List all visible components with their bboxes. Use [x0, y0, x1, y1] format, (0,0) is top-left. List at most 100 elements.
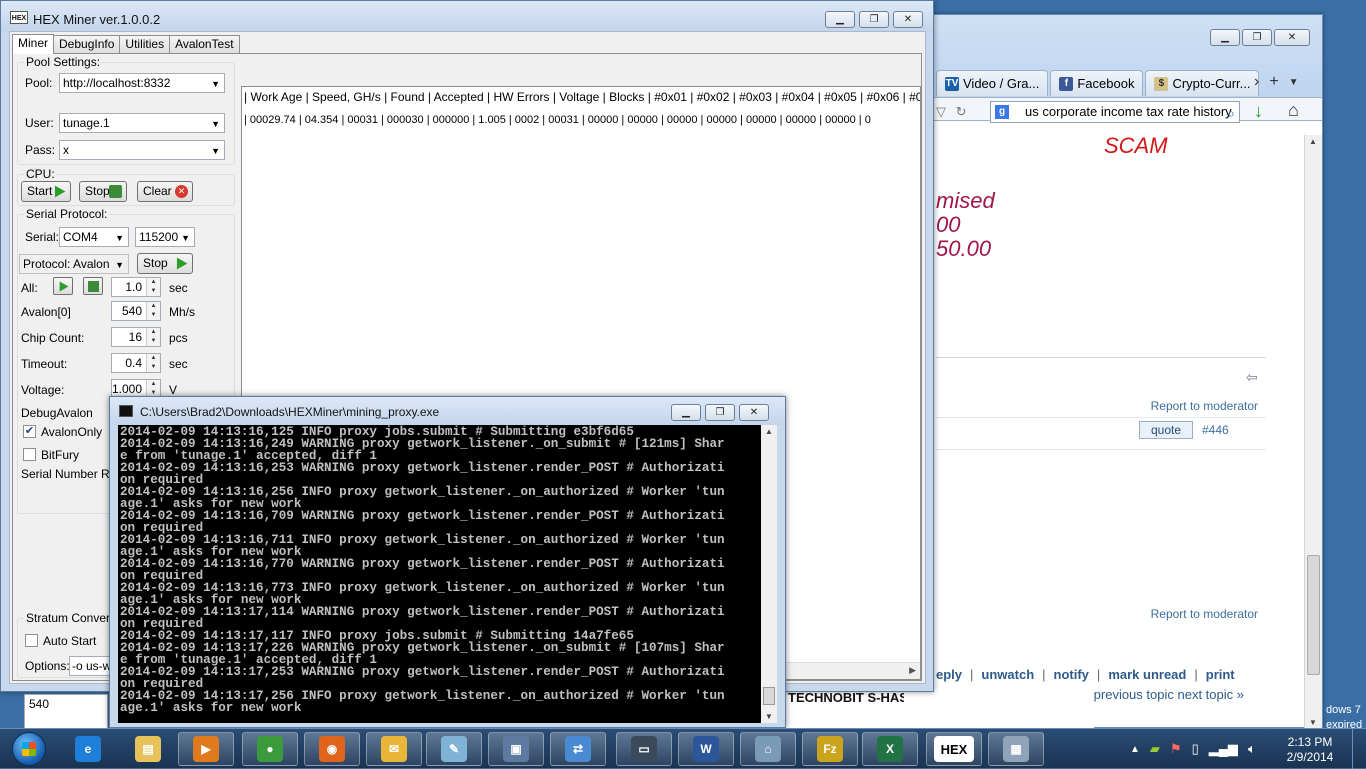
new-tab-icon[interactable]: + [1269, 73, 1278, 91]
home-icon[interactable]: ⌂ [1288, 100, 1299, 121]
tab-avalontest[interactable]: AvalonTest [169, 35, 240, 54]
console-maximize-button[interactable]: ❐ [705, 404, 735, 421]
scrollbar-thumb[interactable] [1307, 555, 1320, 675]
search-input[interactable]: g us corporate income tax rate history ⌕ [990, 101, 1240, 123]
report-to-moderator-link[interactable]: Report to moderator [1151, 607, 1258, 621]
next-topic-link[interactable]: next topic » [1178, 687, 1245, 702]
dropdown-icon[interactable]: ▽ [936, 104, 946, 119]
chevron-down-icon[interactable]: ▼ [211, 75, 220, 92]
avalon-speed-spinner[interactable]: 540 ▲ ▼ [111, 301, 161, 321]
scrollbar-thumb[interactable] [763, 687, 775, 705]
report-to-moderator-link[interactable]: Report to moderator [1151, 399, 1258, 413]
taskbar-button-excel[interactable]: X [862, 732, 918, 766]
spinner-arrows-icon[interactable]: ▲ ▼ [146, 302, 160, 320]
tray-flag-icon[interactable]: ⚑ [1170, 741, 1182, 757]
serial-stop-button[interactable]: Stop [137, 253, 193, 274]
scroll-up-icon[interactable]: ▲ [765, 427, 773, 436]
clock[interactable]: 2:13 PM 2/9/2014 [1280, 735, 1340, 765]
taskbar-button-window-app[interactable]: ▦ [988, 732, 1044, 766]
cpu-start-button[interactable]: Start [21, 181, 71, 202]
browser-maximize-button[interactable]: ❐ [1242, 29, 1272, 46]
taskbar-button-console-app[interactable]: ▭ [616, 732, 672, 766]
download-arrow-icon[interactable]: ↓ [1254, 101, 1263, 122]
console-titlebar[interactable]: C:\Users\Brad2\Downloads\HEXMiner\mining… [110, 397, 785, 425]
chip-count-spinner[interactable]: 16 ▲ ▼ [111, 327, 161, 347]
chevron-down-icon[interactable]: ▼ [115, 256, 124, 273]
tray-expand-icon[interactable]: ▲ [1130, 744, 1140, 755]
network-icon[interactable]: ▂▄▆ [1209, 741, 1238, 757]
serial-port-combobox[interactable]: COM4 ▼ [59, 227, 129, 247]
scroll-up-icon[interactable]: ▲ [1309, 137, 1317, 146]
chevron-down-icon[interactable]: ▼ [211, 142, 220, 159]
console-minimize-button[interactable]: ▁ [671, 404, 701, 421]
close-button[interactable]: ✕ [893, 11, 923, 28]
tray-device-icon[interactable]: ▯ [1192, 741, 1199, 757]
auto-start-checkbox[interactable] [25, 634, 38, 647]
reload-icon[interactable]: ↻ [956, 104, 967, 119]
minimize-button[interactable]: ▁ [825, 11, 855, 28]
tab-list-icon[interactable]: ▼ [1289, 77, 1299, 91]
scroll-right-icon[interactable]: ▶ [909, 665, 916, 676]
maximize-button[interactable]: ❐ [859, 11, 889, 28]
browser-scrollbar[interactable]: ▲ ▼ [1304, 135, 1322, 729]
taskbar-button-explorer[interactable]: ▤ [120, 732, 176, 766]
tab-miner[interactable]: Miner [12, 34, 55, 54]
search-icon[interactable]: ⌕ [1227, 103, 1235, 122]
quote-button[interactable]: quote [1139, 421, 1193, 439]
scroll-down-icon[interactable]: ▼ [765, 712, 773, 721]
protocol-combobox[interactable]: Protocol: Avalon ▼ [19, 254, 129, 274]
notify-link[interactable]: notify [1054, 667, 1089, 682]
taskbar-button-chrome[interactable]: ● [242, 732, 298, 766]
spinner-arrows-icon[interactable]: ▲ ▼ [146, 354, 160, 372]
console-scrollbar[interactable]: ▲ ▼ [761, 425, 777, 723]
spinner-arrows-icon[interactable]: ▲ ▼ [146, 328, 160, 346]
start-button[interactable] [2, 729, 56, 769]
timeout-spinner[interactable]: 0.4 ▲ ▼ [111, 353, 161, 373]
quote-arrow-icon[interactable]: ⇦ [1246, 369, 1258, 386]
reply-link[interactable]: eply [936, 667, 962, 682]
serial-number-field[interactable]: 540 [24, 694, 108, 730]
taskbar-button-hex-miner[interactable]: HEX [926, 732, 982, 766]
tab-scroll-right-icon[interactable]: › [1254, 73, 1259, 91]
taskbar-button-outlook[interactable]: ✉ [366, 732, 422, 766]
chevron-down-icon[interactable]: ▼ [115, 229, 124, 246]
print-link[interactable]: print [1206, 667, 1235, 682]
taskbar-button-network-tool[interactable]: ⇄ [550, 732, 606, 766]
tab-debuginfo[interactable]: DebugInfo [53, 35, 121, 54]
taskbar-button-virtualbox[interactable]: ▣ [488, 732, 544, 766]
spinner-arrows-icon[interactable]: ▲ ▼ [146, 278, 160, 296]
taskbar-button-media-player[interactable]: ▶ [178, 732, 234, 766]
tab-utilities[interactable]: Utilities [119, 35, 171, 54]
browser-tab-facebook[interactable]: f Facebook [1050, 70, 1144, 96]
console-output[interactable]: 2014-02-09 14:13:16,125 INFO proxy jobs.… [118, 425, 761, 723]
browser-close-button[interactable]: ✕ [1274, 29, 1310, 46]
scroll-down-icon[interactable]: ▼ [1309, 718, 1317, 727]
taskbar-button-word[interactable]: W [678, 732, 734, 766]
taskbar-button-remote-desktop[interactable]: ⌂ [740, 732, 796, 766]
cpu-stop-button[interactable]: Stop [79, 181, 127, 202]
browser-minimize-button[interactable]: ▁ [1210, 29, 1240, 46]
clear-button[interactable]: Clear ✕ [137, 181, 193, 202]
post-number[interactable]: #446 [1202, 423, 1229, 437]
browser-tab-crypto[interactable]: $ Crypto-Curr... [1145, 70, 1260, 96]
taskbar-button-notepad[interactable]: ✎ [426, 732, 482, 766]
all-start-button[interactable] [53, 277, 73, 295]
taskbar-button-filezilla[interactable]: Fz [802, 732, 858, 766]
pass-combobox[interactable]: x ▼ [59, 140, 225, 160]
taskbar-button-firefox[interactable]: ◉ [304, 732, 360, 766]
show-desktop-button[interactable] [1352, 729, 1366, 769]
volume-icon[interactable]: 🔈︎ [1248, 741, 1256, 757]
pool-combobox[interactable]: http://localhost:8332 ▼ [59, 73, 225, 93]
baud-rate-combobox[interactable]: 115200 ▼ [135, 227, 195, 247]
taskbar-button-ie[interactable]: e [60, 732, 116, 766]
all-stop-button[interactable] [83, 277, 103, 295]
previous-topic-link[interactable]: « previous topic [1083, 687, 1174, 702]
tray-app-icon[interactable]: ▰ [1150, 741, 1160, 757]
stats-row[interactable]: | 00029.74 | 04.354 | 00031 | 000030 | 0… [242, 111, 920, 129]
chevron-down-icon[interactable]: ▼ [181, 229, 190, 246]
avalononly-checkbox[interactable]: ✔ [23, 425, 36, 438]
mark-unread-link[interactable]: mark unread [1108, 667, 1186, 682]
unwatch-link[interactable]: unwatch [981, 667, 1034, 682]
all-interval-spinner[interactable]: 1.0 ▲ ▼ [111, 277, 161, 297]
hex-titlebar[interactable]: HEX HEX Miner ver.1.0.0.2 ▁ ❐ ✕ [1, 1, 933, 31]
